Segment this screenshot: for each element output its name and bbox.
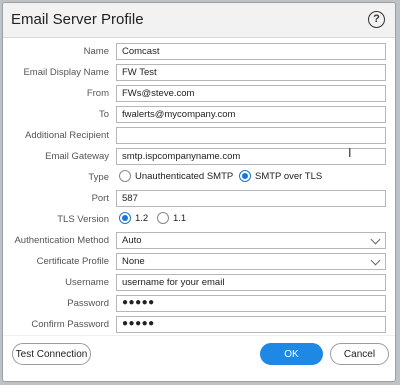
from-row: From FWs@steve.com bbox=[3, 85, 395, 103]
confirm-password-row: Confirm Password ●●●●● bbox=[3, 316, 395, 334]
username-row: Username username for your email bbox=[3, 274, 395, 292]
type-row: Type Unauthenticated SMTP SMTP over TLS bbox=[3, 169, 395, 187]
auth-method-label: Authentication Method bbox=[14, 235, 109, 246]
auth-method-select[interactable]: Auto bbox=[116, 232, 386, 249]
footer-divider bbox=[3, 335, 395, 336]
tls-1-2-label[interactable]: 1.2 bbox=[135, 213, 148, 224]
port-row: Port 587 bbox=[3, 190, 395, 208]
display-name-row: Email Display Name FW Test bbox=[3, 64, 395, 82]
auth-method-row: Authentication Method Auto bbox=[3, 232, 395, 250]
additional-recipient-label: Additional Recipient bbox=[25, 130, 109, 141]
ok-button[interactable]: OK bbox=[260, 343, 323, 365]
cancel-button[interactable]: Cancel bbox=[330, 343, 389, 365]
name-row: Name Comcast bbox=[3, 43, 395, 61]
name-input[interactable]: Comcast bbox=[116, 43, 386, 60]
test-connection-button[interactable]: Test Connection bbox=[12, 343, 91, 365]
chevron-down-icon bbox=[370, 255, 381, 266]
display-name-input[interactable]: FW Test bbox=[116, 64, 386, 81]
username-label: Username bbox=[65, 277, 109, 288]
password-input[interactable]: ●●●●● bbox=[116, 295, 386, 312]
type-label: Type bbox=[88, 172, 109, 183]
from-input[interactable]: FWs@steve.com bbox=[116, 85, 386, 102]
tls-1-1-label[interactable]: 1.1 bbox=[173, 213, 186, 224]
dialog-title: Email Server Profile bbox=[11, 11, 144, 28]
name-label: Name bbox=[83, 46, 109, 57]
cert-profile-value: None bbox=[122, 256, 145, 267]
additional-recipient-input[interactable] bbox=[116, 127, 386, 144]
port-label: Port bbox=[91, 193, 109, 204]
tls-1-2-radio[interactable] bbox=[119, 212, 131, 224]
text-cursor-icon: I bbox=[348, 146, 352, 160]
additional-recipient-row: Additional Recipient bbox=[3, 127, 395, 145]
type-unauthenticated-radio[interactable] bbox=[119, 170, 131, 182]
tls-version-label: TLS Version bbox=[57, 214, 109, 225]
to-label: To bbox=[98, 109, 109, 120]
cert-profile-row: Certificate Profile None bbox=[3, 253, 395, 271]
auth-method-value: Auto bbox=[122, 235, 142, 246]
tls-version-row: TLS Version 1.2 1.1 bbox=[3, 211, 395, 229]
to-input[interactable]: fwalerts@mycompany.com bbox=[116, 106, 386, 123]
password-row: Password ●●●●● bbox=[3, 295, 395, 313]
display-name-label: Email Display Name bbox=[23, 67, 109, 78]
confirm-password-input[interactable]: ●●●●● bbox=[116, 316, 386, 333]
chevron-down-icon bbox=[370, 234, 381, 245]
confirm-password-label: Confirm Password bbox=[31, 319, 109, 330]
password-label: Password bbox=[67, 298, 109, 309]
from-label: From bbox=[86, 88, 109, 99]
email-server-profile-dialog: Email Server Profile ? Name Comcast Emai… bbox=[2, 2, 396, 382]
port-input[interactable]: 587 bbox=[116, 190, 386, 207]
tls-1-1-radio[interactable] bbox=[157, 212, 169, 224]
cert-profile-label: Certificate Profile bbox=[36, 256, 109, 267]
dialog-footer: Test Connection OK Cancel bbox=[3, 343, 395, 381]
type-smtp-tls-label[interactable]: SMTP over TLS bbox=[255, 171, 322, 182]
username-input[interactable]: username for your email bbox=[116, 274, 386, 291]
to-row: To fwalerts@mycompany.com bbox=[3, 106, 395, 124]
cert-profile-select[interactable]: None bbox=[116, 253, 386, 270]
help-icon[interactable]: ? bbox=[368, 11, 385, 28]
type-smtp-tls-radio[interactable] bbox=[239, 170, 251, 182]
type-unauthenticated-label[interactable]: Unauthenticated SMTP bbox=[135, 171, 233, 182]
gateway-label: Email Gateway bbox=[45, 151, 109, 162]
gateway-input[interactable]: smtp.ispcompanyname.com bbox=[116, 148, 386, 165]
gateway-row: Email Gateway smtp.ispcompanyname.com bbox=[3, 148, 395, 166]
dialog-titlebar: Email Server Profile ? bbox=[3, 3, 395, 38]
